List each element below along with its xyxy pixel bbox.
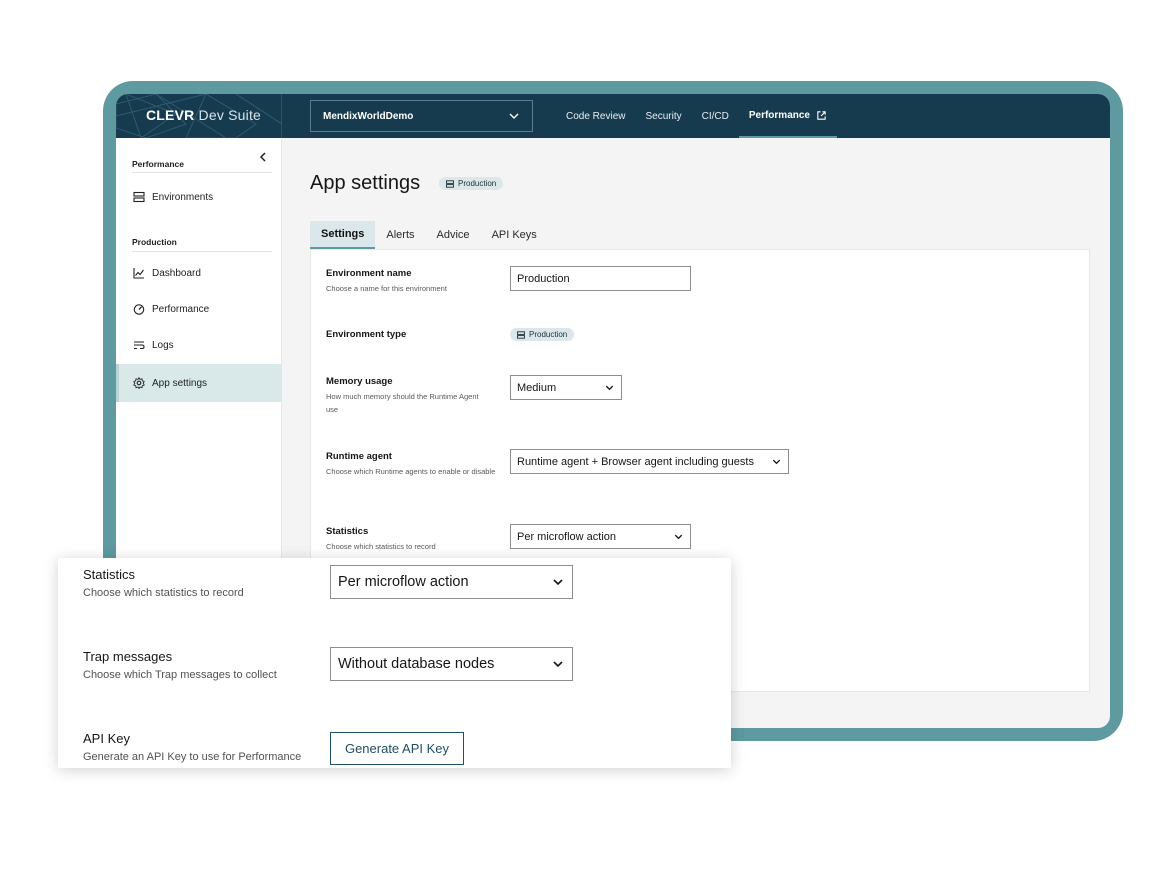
zoom-statistics-help: Choose which statistics to record: [83, 587, 244, 599]
generate-api-key-button[interactable]: Generate API Key: [330, 732, 464, 765]
tab-api-keys[interactable]: API Keys: [481, 221, 548, 249]
zoom-trap-select[interactable]: Without database nodes: [330, 647, 573, 681]
runtime-label: Runtime agent: [326, 451, 392, 462]
top-nav: Code Review Security CI/CD Performance: [556, 94, 837, 138]
memory-select[interactable]: Medium: [510, 375, 622, 400]
sidebar-item-app-settings[interactable]: App settings: [116, 364, 282, 402]
nav-label: Code Review: [566, 110, 626, 122]
memory-select-value: Medium: [517, 381, 557, 394]
runtime-help: Choose which Runtime agents to enable or…: [326, 467, 496, 476]
statistics-select[interactable]: Per microflow action: [510, 524, 691, 549]
server-icon: [446, 179, 454, 188]
env-name-help: Choose a name for this environment: [326, 284, 447, 293]
chevron-down-icon: [553, 661, 563, 668]
tab-label: API Keys: [491, 229, 537, 241]
tab-label: Advice: [436, 229, 470, 241]
brand-area: CLEVR Dev Suite: [116, 94, 282, 138]
logs-icon: [134, 341, 145, 350]
env-name-label: Environment name: [326, 268, 412, 279]
nav-cicd[interactable]: CI/CD: [692, 94, 739, 138]
memory-help: How much memory should the Runtime Agent…: [326, 392, 479, 414]
tab-label: Alerts: [386, 229, 415, 241]
sidebar-item-logs[interactable]: Logs: [116, 326, 282, 364]
sidebar-section-performance: Performance: [132, 159, 184, 169]
zoom-statistics-value: Per microflow action: [338, 574, 469, 590]
gauge-icon: [133, 304, 145, 315]
environment-badge: Production: [439, 177, 504, 190]
statistics-select-value: Per microflow action: [517, 530, 617, 543]
chevron-down-icon: [674, 534, 683, 540]
brand-logo[interactable]: CLEVR Dev Suite: [146, 107, 261, 123]
chevron-down-icon: [772, 459, 781, 465]
sidebar-item-label: Logs: [152, 339, 174, 351]
app-selector-value: MendixWorldDemo: [323, 110, 414, 122]
chevron-down-icon: [553, 579, 563, 586]
sidebar-item-label: Dashboard: [152, 267, 201, 279]
divider: [132, 172, 272, 173]
zoom-statistics-label: Statistics: [83, 567, 136, 582]
nav-label: Security: [645, 110, 682, 122]
chevron-left-icon[interactable]: [256, 150, 270, 164]
tab-settings[interactable]: Settings: [310, 221, 376, 249]
nav-performance[interactable]: Performance: [738, 94, 837, 138]
tab-advice[interactable]: Advice: [426, 221, 481, 249]
chevron-down-icon: [509, 113, 519, 119]
env-type-label: Environment type: [326, 329, 407, 340]
app-selector[interactable]: MendixWorldDemo: [310, 100, 533, 132]
brand-suffix: Dev Suite: [198, 107, 262, 123]
nav-code-review[interactable]: Code Review: [556, 94, 635, 138]
memory-label: Memory usage: [326, 376, 393, 387]
divider: [132, 251, 272, 252]
env-type-badge: Production: [510, 328, 575, 341]
environment-badge-label: Production: [458, 179, 497, 188]
server-icon: [133, 191, 145, 203]
sidebar-item-label: Environments: [152, 191, 214, 203]
sidebar-item-performance[interactable]: Performance: [116, 290, 282, 328]
sidebar-item-environments[interactable]: Environments: [116, 178, 282, 216]
server-icon: [517, 330, 525, 339]
zoom-statistics-select[interactable]: Per microflow action: [330, 565, 573, 599]
gear-icon: [133, 377, 145, 389]
brand-name: CLEVR: [146, 107, 195, 123]
runtime-select[interactable]: Runtime agent + Browser agent including …: [510, 449, 789, 474]
chart-line-icon: [133, 268, 144, 279]
nav-label: Performance: [748, 109, 810, 121]
sidebar-section-production: Production: [132, 237, 177, 247]
sidebar-item-label: Performance: [152, 303, 210, 315]
zoom-detail-card: Statistics Choose which statistics to re…: [58, 558, 731, 768]
sidebar-item-label: App settings: [152, 377, 208, 389]
zoom-trap-help: Choose which Trap messages to collect: [83, 669, 277, 681]
statistics-label: Statistics: [326, 526, 369, 537]
zoom-api-label: API Key: [83, 731, 130, 746]
nav-label: CI/CD: [701, 110, 729, 122]
env-name-input[interactable]: Production: [510, 266, 691, 291]
sidebar-item-dashboard[interactable]: Dashboard: [116, 254, 282, 292]
zoom-trap-label: Trap messages: [83, 649, 173, 664]
zoom-api-help: Generate an API Key to use for Performan…: [83, 751, 302, 763]
external-link-icon: [817, 110, 826, 120]
tab-alerts[interactable]: Alerts: [375, 221, 425, 249]
nav-security[interactable]: Security: [635, 94, 691, 138]
settings-tabs: Settings Alerts Advice API Keys: [310, 221, 548, 249]
page-title: App settings: [310, 172, 421, 194]
top-bar: CLEVR Dev Suite MendixWorldDemo Code Rev…: [116, 94, 1110, 138]
tab-label: Settings: [321, 228, 365, 240]
chevron-down-icon: [605, 385, 614, 391]
statistics-help: Choose which statistics to record: [326, 542, 436, 551]
runtime-select-value: Runtime agent + Browser agent including …: [517, 455, 754, 468]
env-type-value: Production: [529, 330, 568, 339]
zoom-trap-value: Without database nodes: [338, 656, 495, 672]
